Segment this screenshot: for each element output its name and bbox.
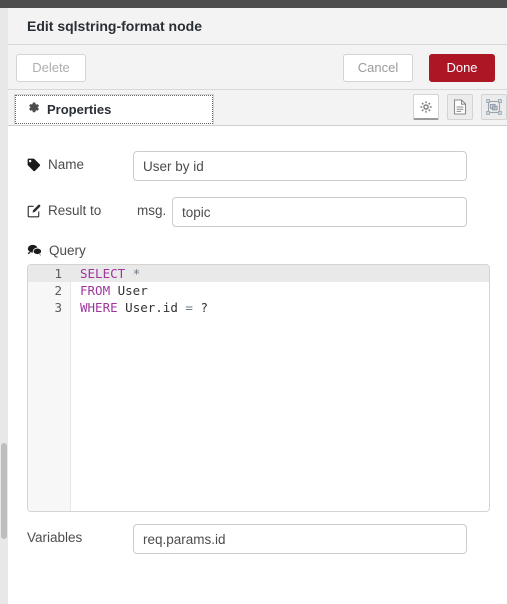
code-token: ? [200, 300, 208, 315]
result-to-input[interactable] [172, 197, 467, 227]
delete-button[interactable]: Delete [16, 54, 86, 82]
variables-input[interactable] [133, 524, 467, 554]
tab-properties-label: Properties [47, 102, 112, 117]
code-token: User.id [117, 300, 186, 315]
code-token: * [132, 266, 141, 281]
code-token: User [110, 283, 148, 298]
line-number: 2 [54, 283, 62, 298]
code-line-text: FROM User [80, 282, 148, 299]
dialog-header: Edit sqlstring-format node [8, 8, 507, 45]
name-input[interactable] [133, 151, 467, 181]
code-line[interactable]: 3 WHERE User.id = ? [28, 299, 489, 316]
dialog-action-bar: Delete Cancel Done [8, 45, 507, 90]
comments-icon [27, 244, 42, 257]
code-token: FROM [80, 283, 111, 298]
code-token: SELECT [80, 266, 126, 281]
editor-code-area[interactable]: 1 SELECT * 2 FROM User 3 WHERE User.id = ? [28, 265, 489, 511]
edit-node-dialog: Edit sqlstring-format node Delete Cancel… [0, 0, 507, 604]
code-line-text: SELECT * [80, 265, 140, 282]
gear-icon [420, 100, 432, 113]
msg-prefix-label: msg. [137, 203, 167, 218]
tab-properties[interactable]: Properties [14, 94, 214, 125]
dialog-body: Edit sqlstring-format node Delete Cancel… [8, 8, 507, 604]
window-chrome-bar [0, 0, 507, 8]
done-button[interactable]: Done [429, 54, 495, 82]
page-title: Edit sqlstring-format node [27, 18, 202, 34]
toolbar-description-button[interactable] [447, 94, 473, 120]
code-token: = [185, 300, 193, 315]
appearance-icon [486, 99, 502, 115]
code-line[interactable]: 1 SELECT * [28, 265, 489, 282]
name-label: Name [27, 157, 84, 172]
cancel-button[interactable]: Cancel [343, 54, 413, 82]
tag-icon [27, 158, 41, 172]
gear-icon [27, 101, 40, 119]
vertical-scrollbar[interactable] [0, 8, 8, 604]
result-to-label-text: Result to [48, 203, 102, 218]
description-icon [453, 99, 467, 115]
code-line-text: WHERE User.id = ? [80, 299, 208, 316]
query-label-text: Query [49, 243, 86, 258]
query-code-editor[interactable]: 1 SELECT * 2 FROM User 3 WHERE User.id = ? [27, 264, 490, 512]
code-line[interactable]: 2 FROM User [28, 282, 489, 299]
scrollbar-thumb[interactable] [1, 443, 7, 539]
result-to-label: Result to [27, 203, 101, 218]
edit-icon [27, 204, 41, 218]
toolbar-appearance-button[interactable] [481, 94, 507, 120]
toolbar-properties-button[interactable] [413, 94, 439, 120]
line-number: 1 [54, 266, 62, 281]
tab-strip: Properties [8, 90, 507, 126]
query-label: Query [27, 243, 86, 258]
line-number: 3 [54, 300, 62, 315]
code-token: WHERE [80, 300, 118, 315]
variables-label: Variables [27, 530, 83, 545]
name-label-text: Name [48, 157, 85, 172]
